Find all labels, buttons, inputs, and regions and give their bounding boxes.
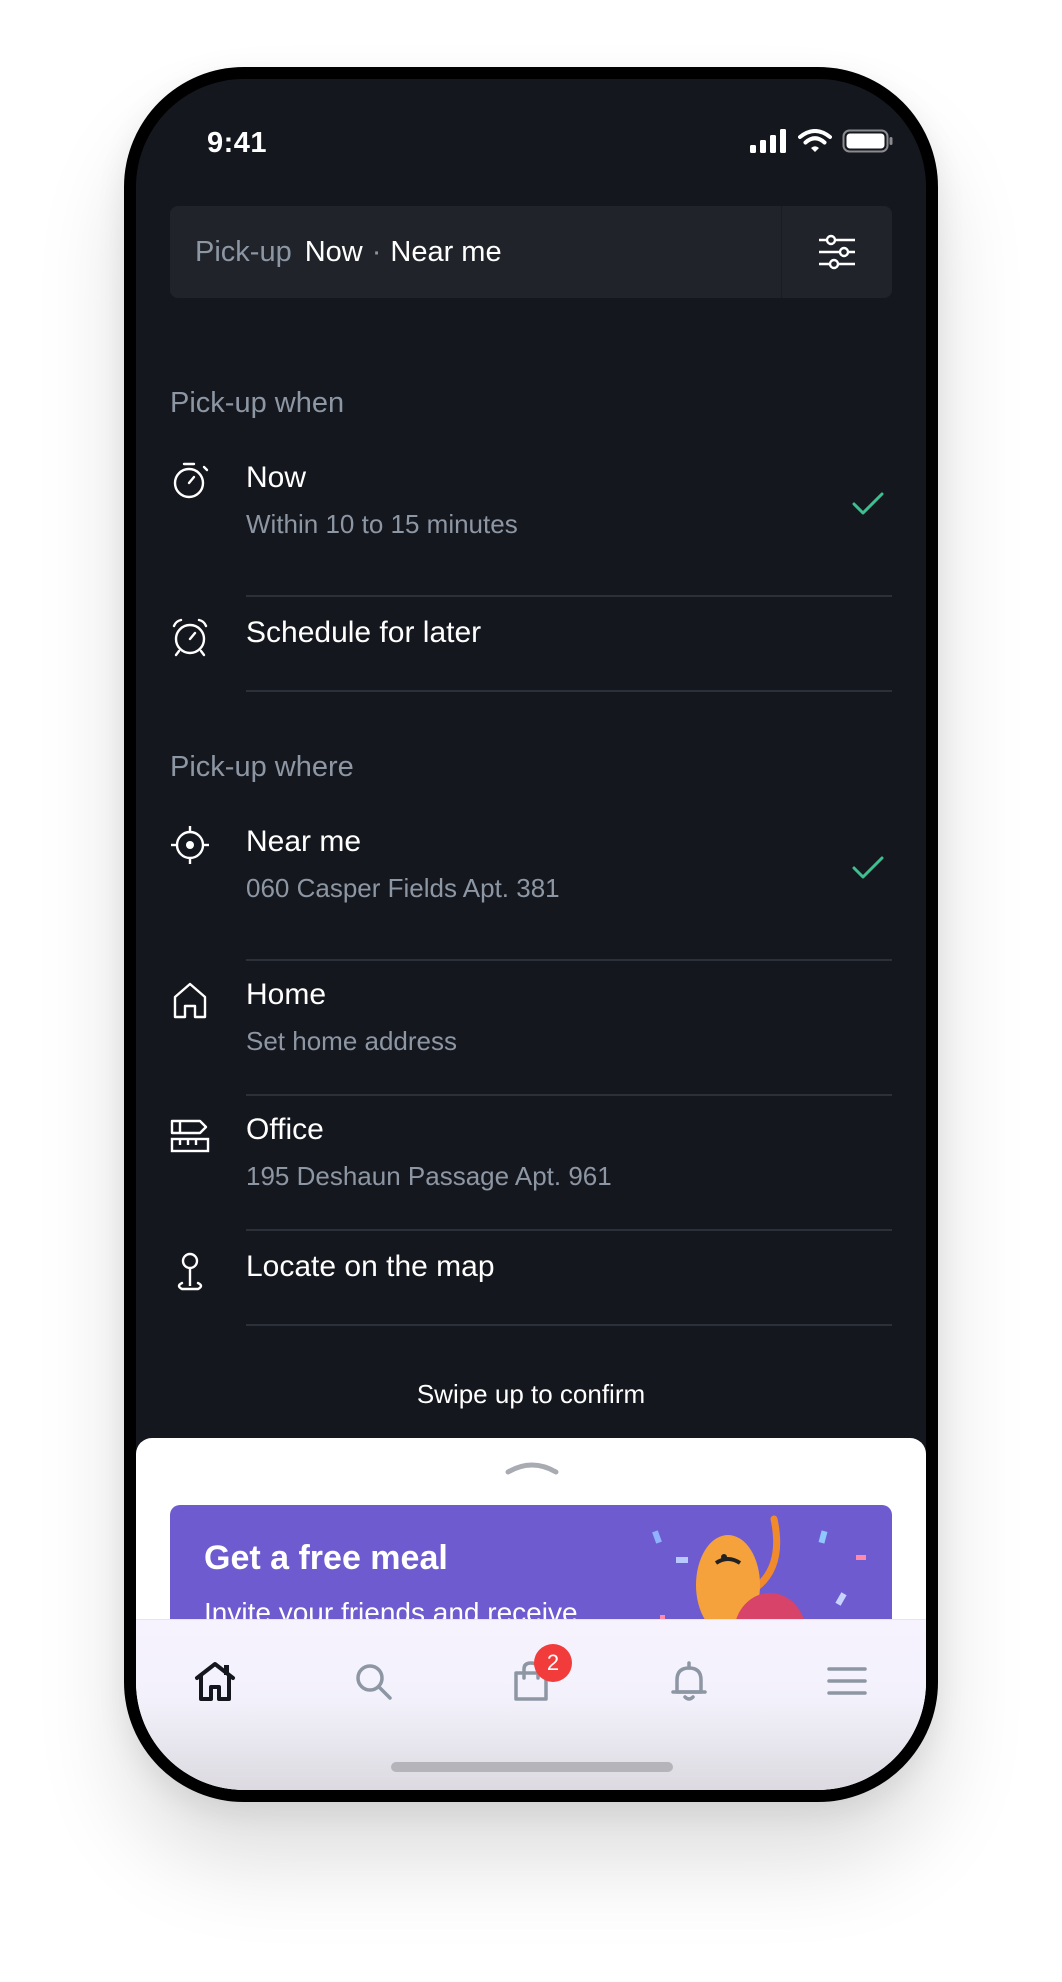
option-subtitle: Within 10 to 15 minutes [246,509,518,539]
status-icons [750,129,894,153]
section-title-pickup-when: Pick-up when [170,387,345,419]
option-title: Schedule for later [246,616,482,649]
sliders-icon [819,234,855,270]
status-bar: 9:41 [136,79,926,189]
divider [246,1324,892,1326]
tab-search[interactable] [348,1656,398,1706]
office-icon [170,1119,210,1153]
swipe-hint: Swipe up to confirm [416,1379,646,1409]
option-now[interactable]: Now Within 10 to 15 minutes [170,461,892,597]
tab-bag[interactable]: 2 [506,1644,572,1706]
option-schedule-for-later[interactable]: Schedule for later [170,596,892,692]
pickup-summary-text: Pick-up Now · Near me [195,206,502,298]
option-office[interactable]: Office 195 Deshaun Passage Apt. 961 [170,1095,892,1231]
status-time: 9:41 [207,127,268,159]
option-title: Home [246,978,327,1011]
option-title: Now [246,461,307,494]
search-icon [356,1664,392,1700]
option-subtitle: 195 Deshaun Passage Apt. 961 [246,1161,612,1191]
option-title: Near me [246,825,362,858]
pickup-when-value: Now [304,235,363,268]
wifi-icon [798,129,832,152]
filter-button[interactable] [781,206,892,298]
option-subtitle: 060 Casper Fields Apt. 381 [246,873,560,903]
battery-icon [842,129,893,153]
option-home[interactable]: Home Set home address [170,960,892,1096]
pickup-where-value: Near me [390,235,502,268]
option-near-me[interactable]: Near me 060 Casper Fields Apt. 381 [170,825,892,961]
separator-dot: · [371,235,382,268]
alarm-clock-icon [172,618,208,657]
home-icon [195,1662,235,1701]
bell-icon [671,1661,707,1701]
home-indicator[interactable] [391,1762,673,1772]
tab-menu[interactable] [822,1656,872,1706]
option-subtitle: Set home address [246,1026,458,1056]
option-locate-on-map[interactable]: Locate on the map [170,1230,892,1326]
pickup-mode-label: Pick-up [195,235,292,268]
app-screen: 9:41 Pick-up Now · Near me Pick-up when … [136,79,926,1790]
crosshair-icon [171,826,209,864]
signal-icon [750,129,786,153]
phone-frame: 9:41 Pick-up Now · Near me Pick-up when … [124,67,938,1802]
tab-notifications[interactable] [664,1656,714,1706]
cart-count-badge: 2 [534,1644,572,1682]
menu-icon [827,1667,867,1695]
map-pin-icon [177,1252,203,1291]
section-title-pickup-where: Pick-up where [170,751,354,783]
divider [246,690,892,692]
tab-home[interactable] [190,1656,240,1706]
option-title: Office [246,1113,324,1146]
stopwatch-icon [173,462,209,499]
option-title: Locate on the map [246,1250,495,1283]
checkmark-icon [852,492,884,515]
promo-title: Get a free meal [204,1539,448,1577]
checkmark-icon [852,856,884,879]
pickup-summary-bar[interactable]: Pick-up Now · Near me [170,206,892,298]
house-icon [173,982,207,1019]
chevron-up-icon[interactable] [505,1456,559,1476]
